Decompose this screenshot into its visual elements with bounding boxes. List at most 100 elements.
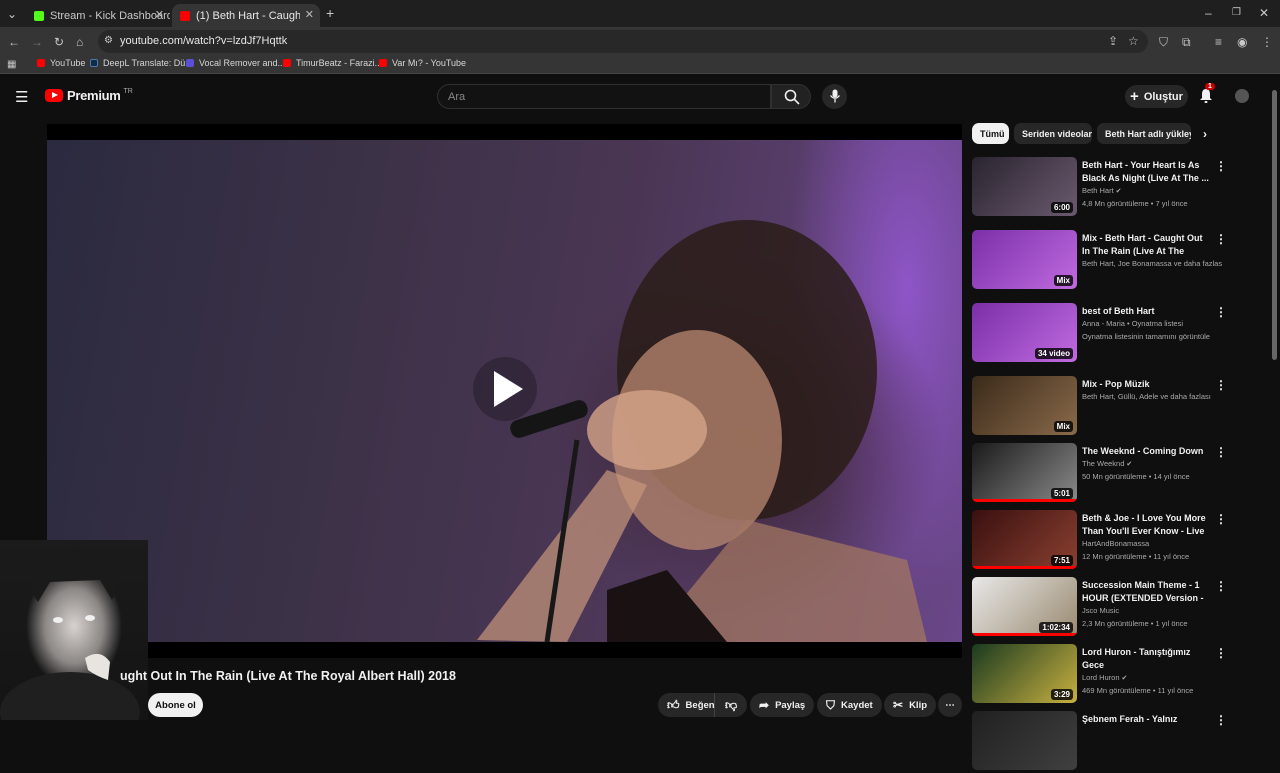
bookmark-var-mi[interactable]: Var Mı? - YouTube xyxy=(379,58,466,68)
more-vert-icon[interactable]: ⋮ xyxy=(1215,378,1227,392)
install-app-icon[interactable]: ⇪ xyxy=(1108,34,1118,48)
channel-name[interactable]: Beth Hart, Joe Bonamassa ve daha fazlası xyxy=(1082,259,1222,268)
share-button[interactable]: ➦ Paylaş xyxy=(750,693,815,717)
save-button[interactable]: ⛉ Kaydet xyxy=(817,693,882,717)
chip-all[interactable]: Tümü xyxy=(972,123,1009,144)
recommendation-title[interactable]: best of Beth Hart xyxy=(1082,305,1210,318)
window-close-icon[interactable]: ✕ xyxy=(1259,6,1269,20)
home-icon[interactable]: ⌂ xyxy=(76,35,83,49)
recommendation-item[interactable]: Mix Mix - Pop Müzik Beth Hart, Güllü, Adel… xyxy=(972,376,1232,438)
close-icon[interactable]: ✕ xyxy=(155,8,164,21)
video-player[interactable] xyxy=(47,124,962,658)
minimize-icon[interactable]: – xyxy=(1205,6,1212,20)
chip-beth-hart-uploads[interactable]: Beth Hart adlı yükleyici xyxy=(1097,123,1191,144)
more-vert-icon[interactable]: ⋮ xyxy=(1215,159,1227,173)
more-vert-icon[interactable]: ⋮ xyxy=(1215,232,1227,246)
share-icon: ➦ xyxy=(759,698,770,712)
youtube-premium-logo[interactable]: Premium TR xyxy=(45,88,133,103)
play-button[interactable] xyxy=(473,357,537,421)
recommendation-title[interactable]: The Weeknd - Coming Down xyxy=(1082,445,1210,458)
reload-icon[interactable]: ↻ xyxy=(54,35,64,49)
microphone-icon xyxy=(829,89,841,103)
chip-series-videos[interactable]: Seriden videolar xyxy=(1014,123,1092,144)
recommendation-title[interactable]: Beth & Joe - I Love You More Than You'll… xyxy=(1082,512,1210,538)
recommendation-item[interactable]: 1:02:34 Succession Main Theme - 1 HOUR (E… xyxy=(972,577,1232,639)
clip-button[interactable]: ✂ Klip xyxy=(884,693,937,717)
view-meta: 4,8 Mn görüntüleme • 7 yıl önce xyxy=(1082,199,1188,208)
create-button[interactable]: + Oluştur xyxy=(1125,85,1188,108)
video-thumbnail[interactable]: 34 video xyxy=(972,303,1077,362)
recommendation-title[interactable]: Beth Hart - Your Heart Is As Black As Ni… xyxy=(1082,159,1210,185)
more-vert-icon[interactable]: ⋮ xyxy=(1215,445,1227,459)
browser-menu-icon[interactable]: ⋮ xyxy=(1261,35,1273,49)
recommendation-title[interactable]: Succession Main Theme - 1 HOUR (EXTENDED… xyxy=(1082,579,1210,605)
notifications-button[interactable]: 1 xyxy=(1198,83,1216,105)
recommendation-item[interactable]: 7:51 Beth & Joe - I Love You More Than Yo… xyxy=(972,510,1232,572)
video-thumbnail[interactable]: 3:29 xyxy=(972,644,1077,703)
recommendation-item[interactable]: 3:29 Lord Huron - Tanıştığımız Gece Lord H… xyxy=(972,644,1232,706)
profile-icon[interactable]: ◉ xyxy=(1237,35,1247,49)
extensions-icon[interactable]: ⧉ xyxy=(1182,35,1191,49)
media-controls-icon[interactable]: ≡ xyxy=(1215,35,1222,49)
shield-icon[interactable]: ⛉ xyxy=(1159,35,1168,49)
forward-icon[interactable]: → xyxy=(31,35,43,49)
recommendation-item[interactable]: Mix Mix - Beth Hart - Caught Out In The R… xyxy=(972,230,1232,292)
channel-name[interactable]: Beth Hart, Güllü, Adele ve daha fazlası xyxy=(1082,392,1222,401)
video-thumbnail[interactable]: 1:02:34 xyxy=(972,577,1077,636)
search-input[interactable]: Ara xyxy=(437,84,771,109)
apps-grid-icon[interactable]: ▦ xyxy=(7,58,16,72)
recommendation-title[interactable]: Lord Huron - Tanıştığımız Gece xyxy=(1082,646,1210,672)
subscribe-button[interactable]: Abone ol xyxy=(148,693,203,717)
recommendation-item[interactable]: 34 video best of Beth Hart Anna - Maria • … xyxy=(972,303,1232,365)
more-vert-icon[interactable]: ⋮ xyxy=(1215,713,1227,727)
more-vert-icon[interactable]: ⋮ xyxy=(1215,305,1227,319)
channel-name[interactable]: Lord Huron ✔ xyxy=(1082,673,1222,682)
recommendation-item[interactable]: 5:01 The Weeknd - Coming Down The Weeknd ✔… xyxy=(972,443,1232,505)
new-tab-icon[interactable]: + xyxy=(326,6,334,20)
tab-search-icon[interactable]: ⌄ xyxy=(7,7,17,21)
more-vert-icon[interactable]: ⋮ xyxy=(1215,512,1227,526)
verified-icon: ✔ xyxy=(1113,188,1122,195)
video-thumbnail[interactable]: Mix xyxy=(972,230,1077,289)
bookmark-vocal-remover[interactable]: Vocal Remover and... xyxy=(186,58,285,68)
dislike-button[interactable]: 👎︎ xyxy=(714,693,748,717)
bookmark-label: TimurBeatz - Farazi... xyxy=(296,58,383,68)
video-thumbnail[interactable]: 5:01 xyxy=(972,443,1077,502)
channel-name[interactable]: The Weeknd ✔ xyxy=(1082,459,1222,468)
address-bar[interactable]: ⚙ youtube.com/watch?v=lzdJf7Hqttk ⇪ ☆ xyxy=(98,30,1148,53)
bell-icon xyxy=(1200,89,1212,103)
channel-name[interactable]: HartAndBonamassa xyxy=(1082,539,1222,548)
recommendation-item[interactable]: Şebnem Ferah - Yalnız ⋮ xyxy=(972,711,1232,773)
avatar[interactable] xyxy=(1235,89,1249,103)
tab-youtube-active[interactable]: (1) Beth Hart - Caught Out I ✕ xyxy=(172,4,320,27)
bookmark-youtube[interactable]: YouTube xyxy=(37,58,85,68)
site-info-icon[interactable]: ⚙ xyxy=(104,34,113,48)
video-thumbnail[interactable]: Mix xyxy=(972,376,1077,435)
bookmark-star-icon[interactable]: ☆ xyxy=(1128,34,1139,48)
bookmark-deepl[interactable]: DeepL Translate: Dü... xyxy=(90,58,193,68)
recommendation-title[interactable]: Mix - Beth Hart - Caught Out In The Rain… xyxy=(1082,232,1210,258)
maximize-icon[interactable]: ❐ xyxy=(1232,6,1241,20)
tab-kick-dashboard[interactable]: Stream - Kick Dashboard ✕ xyxy=(26,4,170,27)
search-placeholder: Ara xyxy=(448,91,466,103)
channel-name[interactable]: Jsco Music xyxy=(1082,606,1222,615)
back-icon[interactable]: ← xyxy=(8,35,20,49)
bookmark-label: Vocal Remover and... xyxy=(199,58,286,68)
hamburger-menu-icon[interactable]: ☰ xyxy=(15,88,28,106)
more-vert-icon[interactable]: ⋮ xyxy=(1215,646,1227,660)
channel-name[interactable]: Beth Hart ✔ xyxy=(1082,186,1222,195)
bookmark-timurbeatz[interactable]: TimurBeatz - Farazi... xyxy=(283,58,382,68)
close-icon[interactable]: ✕ xyxy=(305,8,314,21)
search-button[interactable] xyxy=(771,84,811,109)
channel-name[interactable]: Anna - Maria • Oynatma listesi xyxy=(1082,319,1222,328)
more-vert-icon[interactable]: ⋮ xyxy=(1215,579,1227,593)
video-thumbnail[interactable]: 7:51 xyxy=(972,510,1077,569)
scrollbar[interactable] xyxy=(1272,90,1277,360)
voice-search-button[interactable] xyxy=(822,84,847,109)
chevron-right-icon[interactable]: › xyxy=(1203,127,1207,141)
video-frame[interactable] xyxy=(47,140,962,642)
more-actions-button[interactable]: ⋯ xyxy=(938,693,962,717)
video-thumbnail[interactable]: 6:00 xyxy=(972,157,1077,216)
recommendation-item[interactable]: 6:00 Beth Hart - Your Heart Is As Black A… xyxy=(972,157,1232,219)
recommendation-title[interactable]: Mix - Pop Müzik xyxy=(1082,378,1210,391)
